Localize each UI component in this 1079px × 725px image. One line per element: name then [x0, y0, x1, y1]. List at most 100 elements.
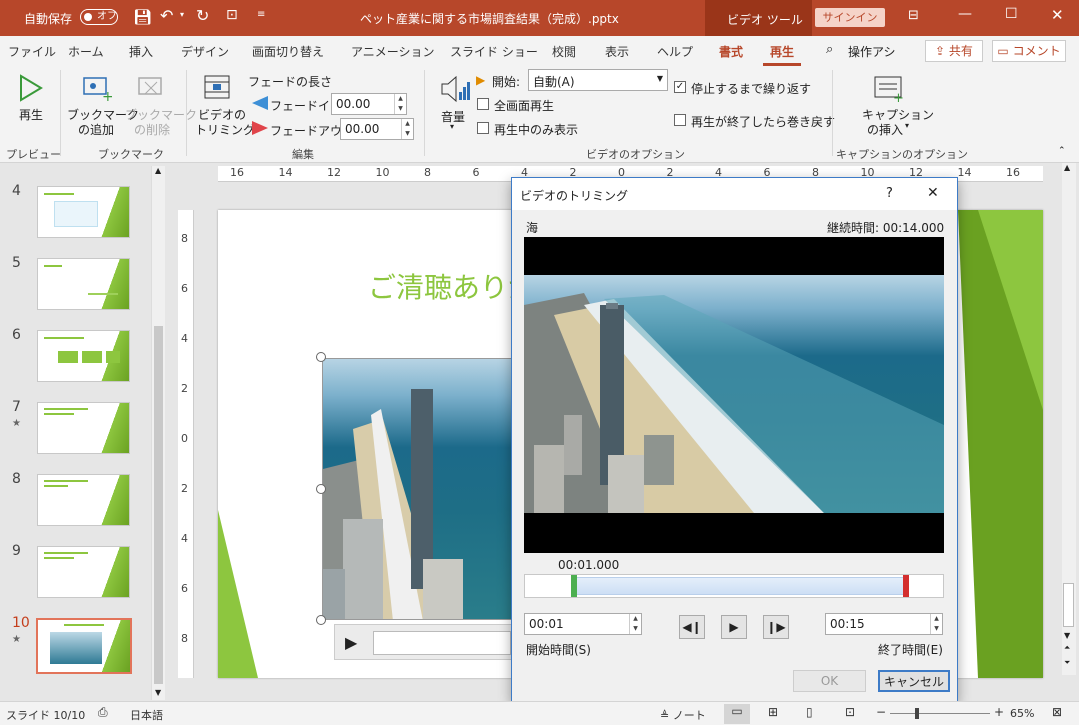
maximize-icon[interactable]: ☐: [1005, 6, 1018, 22]
scroll-thumb[interactable]: [1063, 583, 1074, 627]
thumbnail-scrollbar[interactable]: ▲ ▼: [151, 166, 165, 700]
slide-thumbnail-4[interactable]: [37, 186, 130, 238]
resize-handle[interactable]: [316, 484, 326, 494]
trim-video-icon[interactable]: [203, 72, 231, 102]
svg-text:+: +: [102, 89, 112, 102]
ok-button[interactable]: OK: [793, 670, 866, 692]
redo-icon[interactable]: ↻: [196, 6, 209, 25]
previous-slide-icon[interactable]: ⏶: [1064, 643, 1070, 653]
share-button[interactable]: ⇪ 共有: [925, 40, 983, 62]
remove-bookmark-label2: の削除: [134, 123, 171, 137]
slide-thumbnail-7[interactable]: [37, 402, 130, 454]
slide-thumbnail-9[interactable]: [37, 546, 130, 598]
play-button-label[interactable]: 再生: [19, 106, 43, 123]
comments-button[interactable]: ▭ コメント: [992, 40, 1066, 62]
end-time-input[interactable]: 00:15 ▲ ▼: [825, 613, 943, 635]
fade-out-input[interactable]: 00.00 ▲ ▼: [340, 118, 414, 140]
help-button[interactable]: ?: [886, 186, 893, 201]
spin-arrows-icon[interactable]: ▲ ▼: [394, 94, 406, 114]
start-time-input[interactable]: 00:01 ▲ ▼: [524, 613, 642, 635]
scroll-down-icon[interactable]: ▼: [1064, 631, 1070, 640]
play-icon[interactable]: [18, 74, 44, 102]
caption-dropdown-icon[interactable]: ▾: [905, 121, 909, 130]
tell-me-search[interactable]: 操作アシ: [848, 43, 896, 60]
slide-video-frame[interactable]: [322, 358, 522, 620]
customize-qat-icon[interactable]: ≡: [257, 9, 265, 20]
volume-dropdown-icon[interactable]: ▾: [450, 122, 454, 131]
fullscreen-checkbox[interactable]: [477, 98, 489, 110]
undo-icon[interactable]: ↶: [160, 6, 173, 25]
zoom-slider-thumb[interactable]: [915, 708, 919, 719]
tab-slideshow[interactable]: スライド ショー: [450, 43, 538, 60]
video-city-image: [323, 389, 463, 619]
spin-arrows-icon[interactable]: ▲ ▼: [401, 119, 413, 139]
tab-design[interactable]: デザイン: [181, 43, 229, 60]
slide-thumbnail-5[interactable]: [37, 258, 130, 310]
scroll-up-icon[interactable]: ▲: [155, 166, 161, 175]
close-window-icon[interactable]: ✕: [1051, 6, 1064, 24]
tab-home[interactable]: ホーム: [68, 43, 104, 60]
autosave-toggle[interactable]: オフ: [80, 9, 118, 25]
tab-help[interactable]: ヘルプ: [657, 43, 693, 60]
trim-end-handle[interactable]: [903, 575, 909, 597]
slide-thumbnail-10-selected[interactable]: [36, 618, 132, 674]
tab-playback[interactable]: 再生: [770, 43, 794, 60]
start-select[interactable]: 自動(A) ▼: [528, 69, 668, 91]
slide-thumbnail-6[interactable]: [37, 330, 130, 382]
zoom-out-icon[interactable]: −: [876, 705, 886, 719]
tab-insert[interactable]: 挿入: [129, 43, 153, 60]
ribbon-display-icon[interactable]: ⊟: [908, 8, 919, 23]
spin-arrows-icon[interactable]: ▲ ▼: [930, 614, 942, 634]
fade-in-input[interactable]: 00.00 ▲ ▼: [331, 93, 407, 115]
undo-dropdown-icon[interactable]: ▾: [180, 10, 184, 19]
tab-view[interactable]: 表示: [605, 43, 629, 60]
previous-frame-button[interactable]: ◀❙: [679, 615, 705, 639]
resize-handle[interactable]: [316, 352, 326, 362]
rewind-checkbox[interactable]: [674, 114, 686, 126]
play-button[interactable]: ▶: [721, 615, 747, 639]
tab-review[interactable]: 校閲: [552, 43, 576, 60]
video-seek-bar[interactable]: [373, 631, 511, 655]
tab-file[interactable]: ファイル: [8, 43, 56, 60]
slide-thumbnail-8[interactable]: [37, 474, 130, 526]
scroll-thumb[interactable]: [154, 326, 163, 684]
close-icon[interactable]: ✕: [927, 185, 939, 201]
editor-scrollbar[interactable]: ▲ ▼ ⏶ ⏷: [1062, 163, 1076, 675]
notes-button[interactable]: ≜ ノート: [660, 707, 706, 723]
next-slide-icon[interactable]: ⏷: [1064, 658, 1070, 668]
present-icon[interactable]: ⊡: [226, 7, 238, 23]
cancel-button[interactable]: キャンセル: [878, 670, 950, 692]
hide-when-not-playing-checkbox[interactable]: [477, 122, 489, 134]
fit-to-window-icon[interactable]: ⊠: [1052, 705, 1062, 719]
next-frame-button[interactable]: ❙▶: [763, 615, 789, 639]
save-icon[interactable]: 💾︎: [133, 8, 152, 26]
slide-sorter-icon[interactable]: ⊞: [768, 705, 778, 719]
resize-handle[interactable]: [316, 615, 326, 625]
zoom-level[interactable]: 65%: [1010, 707, 1034, 720]
minimize-icon[interactable]: —: [958, 6, 972, 22]
scroll-up-icon[interactable]: ▲: [1064, 163, 1070, 172]
group-edit-label: 編集: [292, 148, 314, 161]
tab-transitions[interactable]: 画面切り替え: [252, 43, 324, 60]
tab-animations[interactable]: アニメーション: [351, 43, 435, 60]
zoom-in-icon[interactable]: +: [994, 705, 1004, 719]
play-icon[interactable]: ▶: [345, 633, 357, 652]
share-label: 共有: [948, 44, 973, 58]
language-indicator[interactable]: 日本語: [130, 707, 163, 723]
signin-button[interactable]: サインイン: [815, 8, 885, 27]
trim-start-handle[interactable]: [571, 575, 577, 597]
zoom-slider[interactable]: [890, 713, 990, 714]
scroll-down-icon[interactable]: ▼: [155, 688, 161, 697]
loop-checkbox[interactable]: ✓: [674, 81, 686, 93]
volume-icon[interactable]: [440, 74, 470, 104]
insert-caption-icon[interactable]: +: [873, 74, 905, 102]
spin-arrows-icon[interactable]: ▲ ▼: [629, 614, 641, 634]
spellcheck-icon[interactable]: ⎙: [98, 705, 108, 720]
normal-view-icon[interactable]: ▭: [724, 704, 750, 724]
reading-view-icon[interactable]: ▯: [806, 705, 813, 719]
slideshow-icon[interactable]: ⊡: [845, 705, 855, 719]
trim-timeline[interactable]: [524, 574, 944, 598]
add-bookmark-icon[interactable]: +: [82, 74, 112, 102]
tab-format[interactable]: 書式: [719, 43, 743, 60]
collapse-ribbon-icon[interactable]: ⌃: [1058, 146, 1066, 156]
